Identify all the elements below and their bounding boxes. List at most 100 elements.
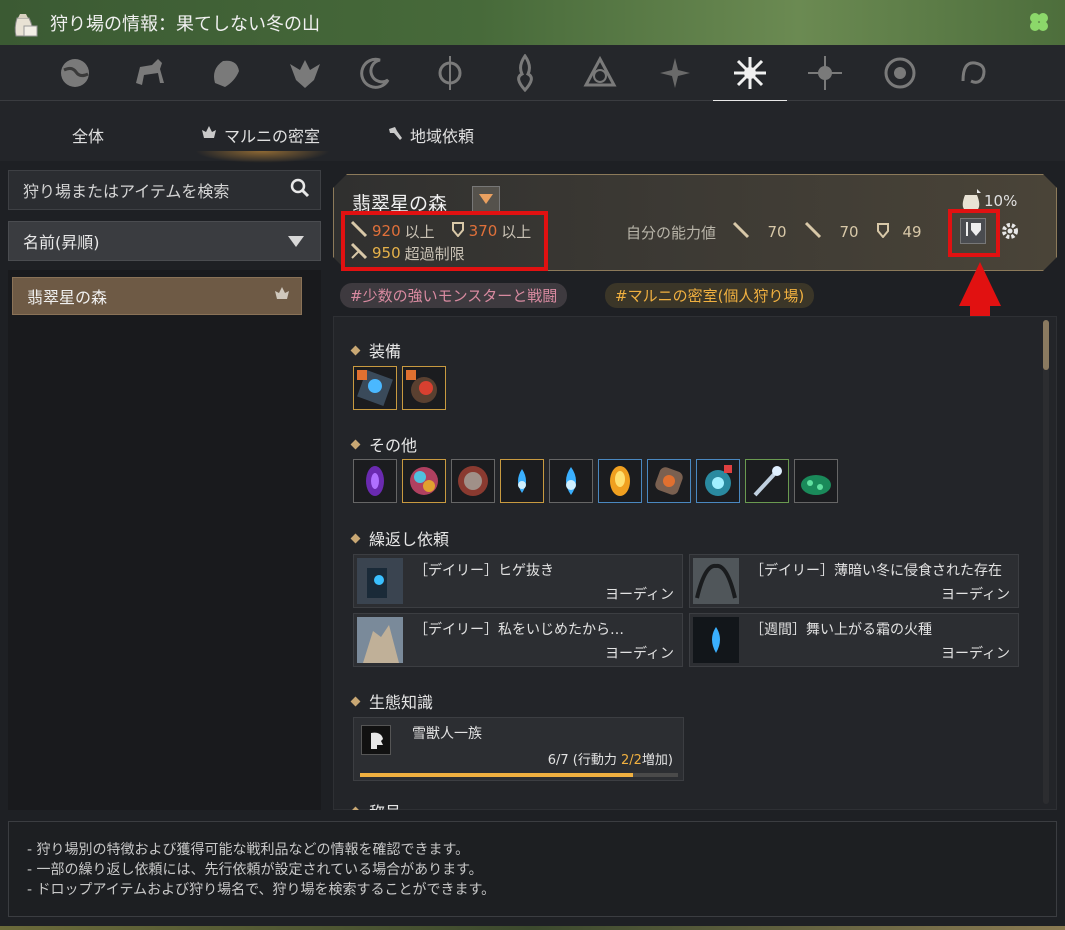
tab-marni[interactable]: マルニの密室 (200, 123, 320, 147)
zone-dropdown-button[interactable] (472, 186, 500, 212)
scrollbar-thumb[interactable] (1043, 320, 1049, 370)
quest-card[interactable]: ［週間］舞い上がる霜の火種 ヨーディン (689, 613, 1019, 667)
chevron-down-icon (479, 194, 493, 204)
knowledge-card[interactable]: 雪獣人一族 6/7 (行動力 2/2増加) (353, 717, 684, 781)
quest-thumbnail (693, 558, 739, 604)
sort-value: 名前(昇順) (23, 233, 100, 252)
quest-title: ［デイリー］私をいじめたから… (414, 622, 624, 638)
active-tab-glow (195, 151, 330, 163)
diamond-bullet-icon (350, 439, 361, 449)
section-other: その他 (350, 432, 418, 456)
sort-select[interactable]: 名前(昇順) (8, 221, 321, 261)
flame-crest-icon[interactable] (505, 53, 545, 93)
drop-item-slot[interactable] (353, 459, 397, 503)
drop-item-slot[interactable] (598, 459, 642, 503)
hashtag-tag[interactable]: #マルニの密室(個人狩り場) (605, 283, 815, 308)
highlight-box-toggle (948, 209, 1000, 257)
section-title: 装備 (369, 342, 402, 361)
section-repeat-quests: 繰返し依頼 (350, 526, 449, 550)
search-icon[interactable] (290, 178, 310, 202)
section-title: 称号 (369, 803, 401, 810)
section-ecology: 生態知識 (350, 689, 434, 713)
tab-region-quests[interactable]: 地域依頼 (386, 123, 474, 147)
ability-stats: 自分の能力値 70 70 49 (626, 221, 930, 243)
clover-icon[interactable] (1027, 10, 1051, 38)
search-input[interactable]: 狩り場またはアイテムを検索 (8, 170, 321, 210)
list-item-label: 翡翠星の森 (27, 288, 108, 307)
bag-icon (4, 3, 44, 43)
globe-icon[interactable] (55, 53, 95, 93)
knowledge-progress-fill (360, 773, 633, 777)
drop-item-slot[interactable] (794, 459, 838, 503)
eagle-crest-icon[interactable] (285, 53, 325, 93)
quest-title: ［デイリー］薄暗い冬に侵食された存在 (750, 563, 1002, 579)
knowledge-name: 雪獣人一族 (412, 726, 482, 742)
compass-icon[interactable] (430, 53, 470, 93)
marni-icon (200, 124, 218, 146)
lion-icon[interactable] (205, 53, 245, 93)
region-icon-strip (0, 45, 1065, 102)
section-title: 生態知識 (369, 693, 434, 712)
progress-prefix: 6/7 (行動力 (547, 753, 621, 768)
scrollbar-track[interactable] (1043, 320, 1049, 804)
sun-icon[interactable] (805, 53, 845, 93)
help-footer: - 狩り場別の特徴および獲得可能な戦利品などの情報を確認できます。 - 一部の繰… (8, 821, 1057, 917)
help-line: - 一部の繰り返し依頼には、先行依頼が設定されている場合があります。 (27, 862, 483, 878)
quest-card[interactable]: ［デイリー］ヒゲ抜き ヨーディン (353, 554, 683, 608)
search-placeholder: 狩り場またはアイテムを検索 (23, 182, 230, 201)
tab-label: 全体 (72, 127, 105, 146)
chevron-down-icon (288, 235, 304, 247)
tab-label: 地域依頼 (410, 127, 475, 146)
section-title-cutoff: 称号 (352, 803, 1042, 810)
swirl-icon[interactable] (955, 53, 995, 93)
quest-thumbnail (357, 558, 403, 604)
quest-npc: ヨーディン (604, 646, 674, 662)
diamond-bullet-icon (350, 696, 361, 706)
crescent-icon[interactable] (355, 53, 395, 93)
star-crest-icon[interactable] (655, 53, 695, 93)
list-item[interactable]: 翡翠星の森 (12, 277, 302, 315)
drop-item-slot[interactable] (647, 459, 691, 503)
progress-highlight: 2/2 (621, 753, 642, 768)
quest-thumbnail (357, 617, 403, 663)
ability-ap: 70 (767, 223, 787, 241)
knowledge-head-icon (361, 725, 391, 755)
tab-all[interactable]: 全体 (72, 123, 104, 147)
knowledge-progress: 6/7 (行動力 2/2増加) (548, 749, 673, 768)
loot-bonus-value: 10% (984, 192, 1018, 210)
diamond-bullet-icon (350, 345, 361, 355)
progress-suffix: 増加) (641, 753, 673, 768)
gear-icon[interactable] (998, 219, 1022, 243)
drop-item-slot[interactable] (500, 459, 544, 503)
section-equipment: 装備 (350, 338, 402, 362)
quest-card[interactable]: ［デイリー］私をいじめたから… ヨーディン (353, 613, 683, 667)
ability-aap: 70 (839, 223, 859, 241)
drop-item-slot[interactable] (745, 459, 789, 503)
quest-title: ［週間］舞い上がる霜の火種 (750, 622, 932, 638)
quest-npc: ヨーディン (940, 587, 1010, 603)
drop-item-slot[interactable] (402, 459, 446, 503)
awaken-sword-icon (804, 221, 822, 243)
ability-label: 自分の能力値 (626, 223, 717, 242)
quest-card[interactable]: ［デイリー］薄暗い冬に侵食された存在 ヨーディン (689, 554, 1019, 608)
category-tabs: 全体 マルニの密室 地域依頼 (0, 101, 1065, 163)
marni-icon (273, 285, 291, 307)
highlight-box-requirements (341, 211, 548, 271)
drop-item-slot[interactable] (549, 459, 593, 503)
section-title: その他 (369, 436, 418, 455)
triquetra-icon[interactable] (580, 53, 620, 93)
snowflake-icon[interactable] (713, 53, 787, 102)
hammer-icon (386, 124, 404, 146)
equipment-item-slot[interactable] (402, 366, 446, 410)
equipment-item-slot[interactable] (353, 366, 397, 410)
drop-item-slot[interactable] (451, 459, 495, 503)
hunting-ground-list: 翡翠星の森 (8, 270, 321, 810)
rune-circle-icon[interactable] (880, 53, 920, 93)
sword-icon (732, 221, 750, 243)
diamond-bullet-icon (350, 533, 361, 543)
diamond-bullet-icon (352, 806, 361, 810)
drop-item-slot[interactable] (696, 459, 740, 503)
knowledge-progress-bar (360, 773, 678, 777)
hashtag-tag[interactable]: #少数の強いモンスターと戦闘 (340, 283, 568, 308)
horse-icon[interactable] (130, 53, 170, 93)
